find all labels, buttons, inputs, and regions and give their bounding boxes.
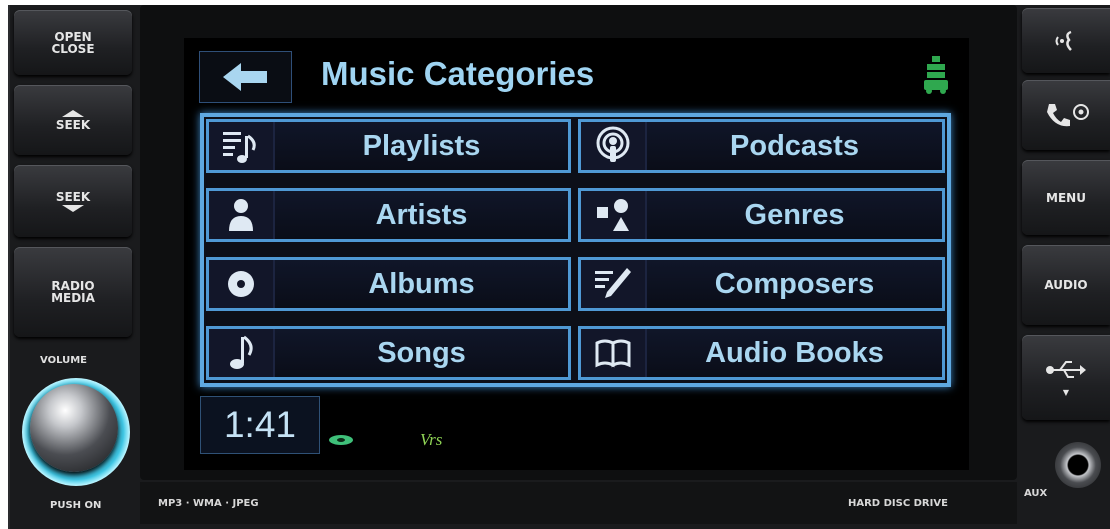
category-label: Songs xyxy=(377,336,466,369)
composer-icon xyxy=(595,268,631,298)
category-label: Genres xyxy=(744,198,845,231)
voice-status-text: Vrs xyxy=(420,430,443,449)
category-podcasts[interactable]: Podcasts xyxy=(578,119,945,173)
format-label: MP3 · WMA · JPEG xyxy=(158,498,259,509)
voice-command-icon xyxy=(1055,30,1072,51)
usb-icon xyxy=(1046,361,1086,378)
genres-icon-box xyxy=(581,191,647,239)
category-genres[interactable]: Genres xyxy=(578,188,945,242)
album-icon-box xyxy=(209,260,275,308)
category-label: Composers xyxy=(714,267,875,300)
seek-up-label: SEEK xyxy=(55,117,91,132)
composer-icon-box xyxy=(581,260,647,308)
touchscreen: Music Categories Playlists Podcasts Arti… xyxy=(184,38,969,470)
back-button[interactable] xyxy=(199,51,292,103)
category-artists[interactable]: Artists xyxy=(206,188,571,242)
seek-down-icon xyxy=(62,204,84,212)
page-title: Music Categories xyxy=(321,55,595,92)
book-icon xyxy=(595,339,631,368)
back-arrow-icon xyxy=(222,63,267,91)
close-label: CLOSE xyxy=(51,41,95,56)
playlist-icon-box xyxy=(209,122,275,170)
audio-label: AUDIO xyxy=(1044,278,1088,292)
category-label: Artists xyxy=(375,198,468,231)
podcast-icon-box xyxy=(581,122,647,170)
seek-down-label: SEEK xyxy=(55,189,91,204)
category-audio-books[interactable]: Audio Books xyxy=(578,326,945,380)
category-label: Playlists xyxy=(362,129,481,162)
vehicle-status-icon xyxy=(924,56,948,94)
radio-media-button[interactable]: RADIO MEDIA xyxy=(14,247,132,337)
category-label: Audio Books xyxy=(705,336,884,369)
category-composers[interactable]: Composers xyxy=(578,257,945,311)
category-albums[interactable]: Albums xyxy=(206,257,571,311)
aux-label: AUX xyxy=(1024,488,1048,499)
book-icon-box xyxy=(581,329,647,377)
pull-arrow-icon: ▼ xyxy=(1062,388,1070,397)
category-playlists[interactable]: Playlists xyxy=(206,119,571,173)
music-category-grid: Playlists Podcasts Artists Genres Albums… xyxy=(200,113,951,387)
genres-icon xyxy=(597,199,629,231)
volume-label: VOLUME xyxy=(40,355,87,366)
category-label: Albums xyxy=(368,267,475,300)
seek-down-button[interactable]: SEEK xyxy=(14,165,132,237)
category-songs[interactable]: Songs xyxy=(206,326,571,380)
push-on-label: PUSH ON xyxy=(50,500,102,511)
song-icon-box xyxy=(209,329,275,377)
album-icon xyxy=(228,271,254,297)
menu-button[interactable]: MENU xyxy=(1022,160,1110,235)
category-label: Podcasts xyxy=(730,129,859,162)
hard-disc-label: HARD DISC DRIVE xyxy=(848,498,948,509)
artist-icon-box xyxy=(209,191,275,239)
artist-icon xyxy=(229,199,253,231)
seek-up-button[interactable]: SEEK xyxy=(14,85,132,155)
open-label: OPEN xyxy=(54,29,92,44)
clock-display[interactable]: 1:41 xyxy=(200,396,320,454)
menu-label: MENU xyxy=(1046,190,1086,205)
open-close-button[interactable]: OPEN CLOSE xyxy=(14,10,132,75)
audio-button[interactable]: AUDIO xyxy=(1022,245,1110,325)
phone-button[interactable] xyxy=(1022,80,1110,150)
voice-command-button[interactable] xyxy=(1022,8,1110,73)
disc-indicator-icon xyxy=(329,435,353,445)
seek-up-icon xyxy=(62,109,84,117)
phone-icon xyxy=(1047,104,1089,127)
usb-port[interactable]: ▼ xyxy=(1022,335,1110,420)
song-note-icon xyxy=(230,335,253,369)
playlist-icon xyxy=(223,132,256,163)
volume-knob[interactable] xyxy=(30,384,118,472)
aux-jack[interactable] xyxy=(1055,442,1101,488)
podcast-icon xyxy=(596,126,630,162)
media-label: MEDIA xyxy=(51,291,95,305)
